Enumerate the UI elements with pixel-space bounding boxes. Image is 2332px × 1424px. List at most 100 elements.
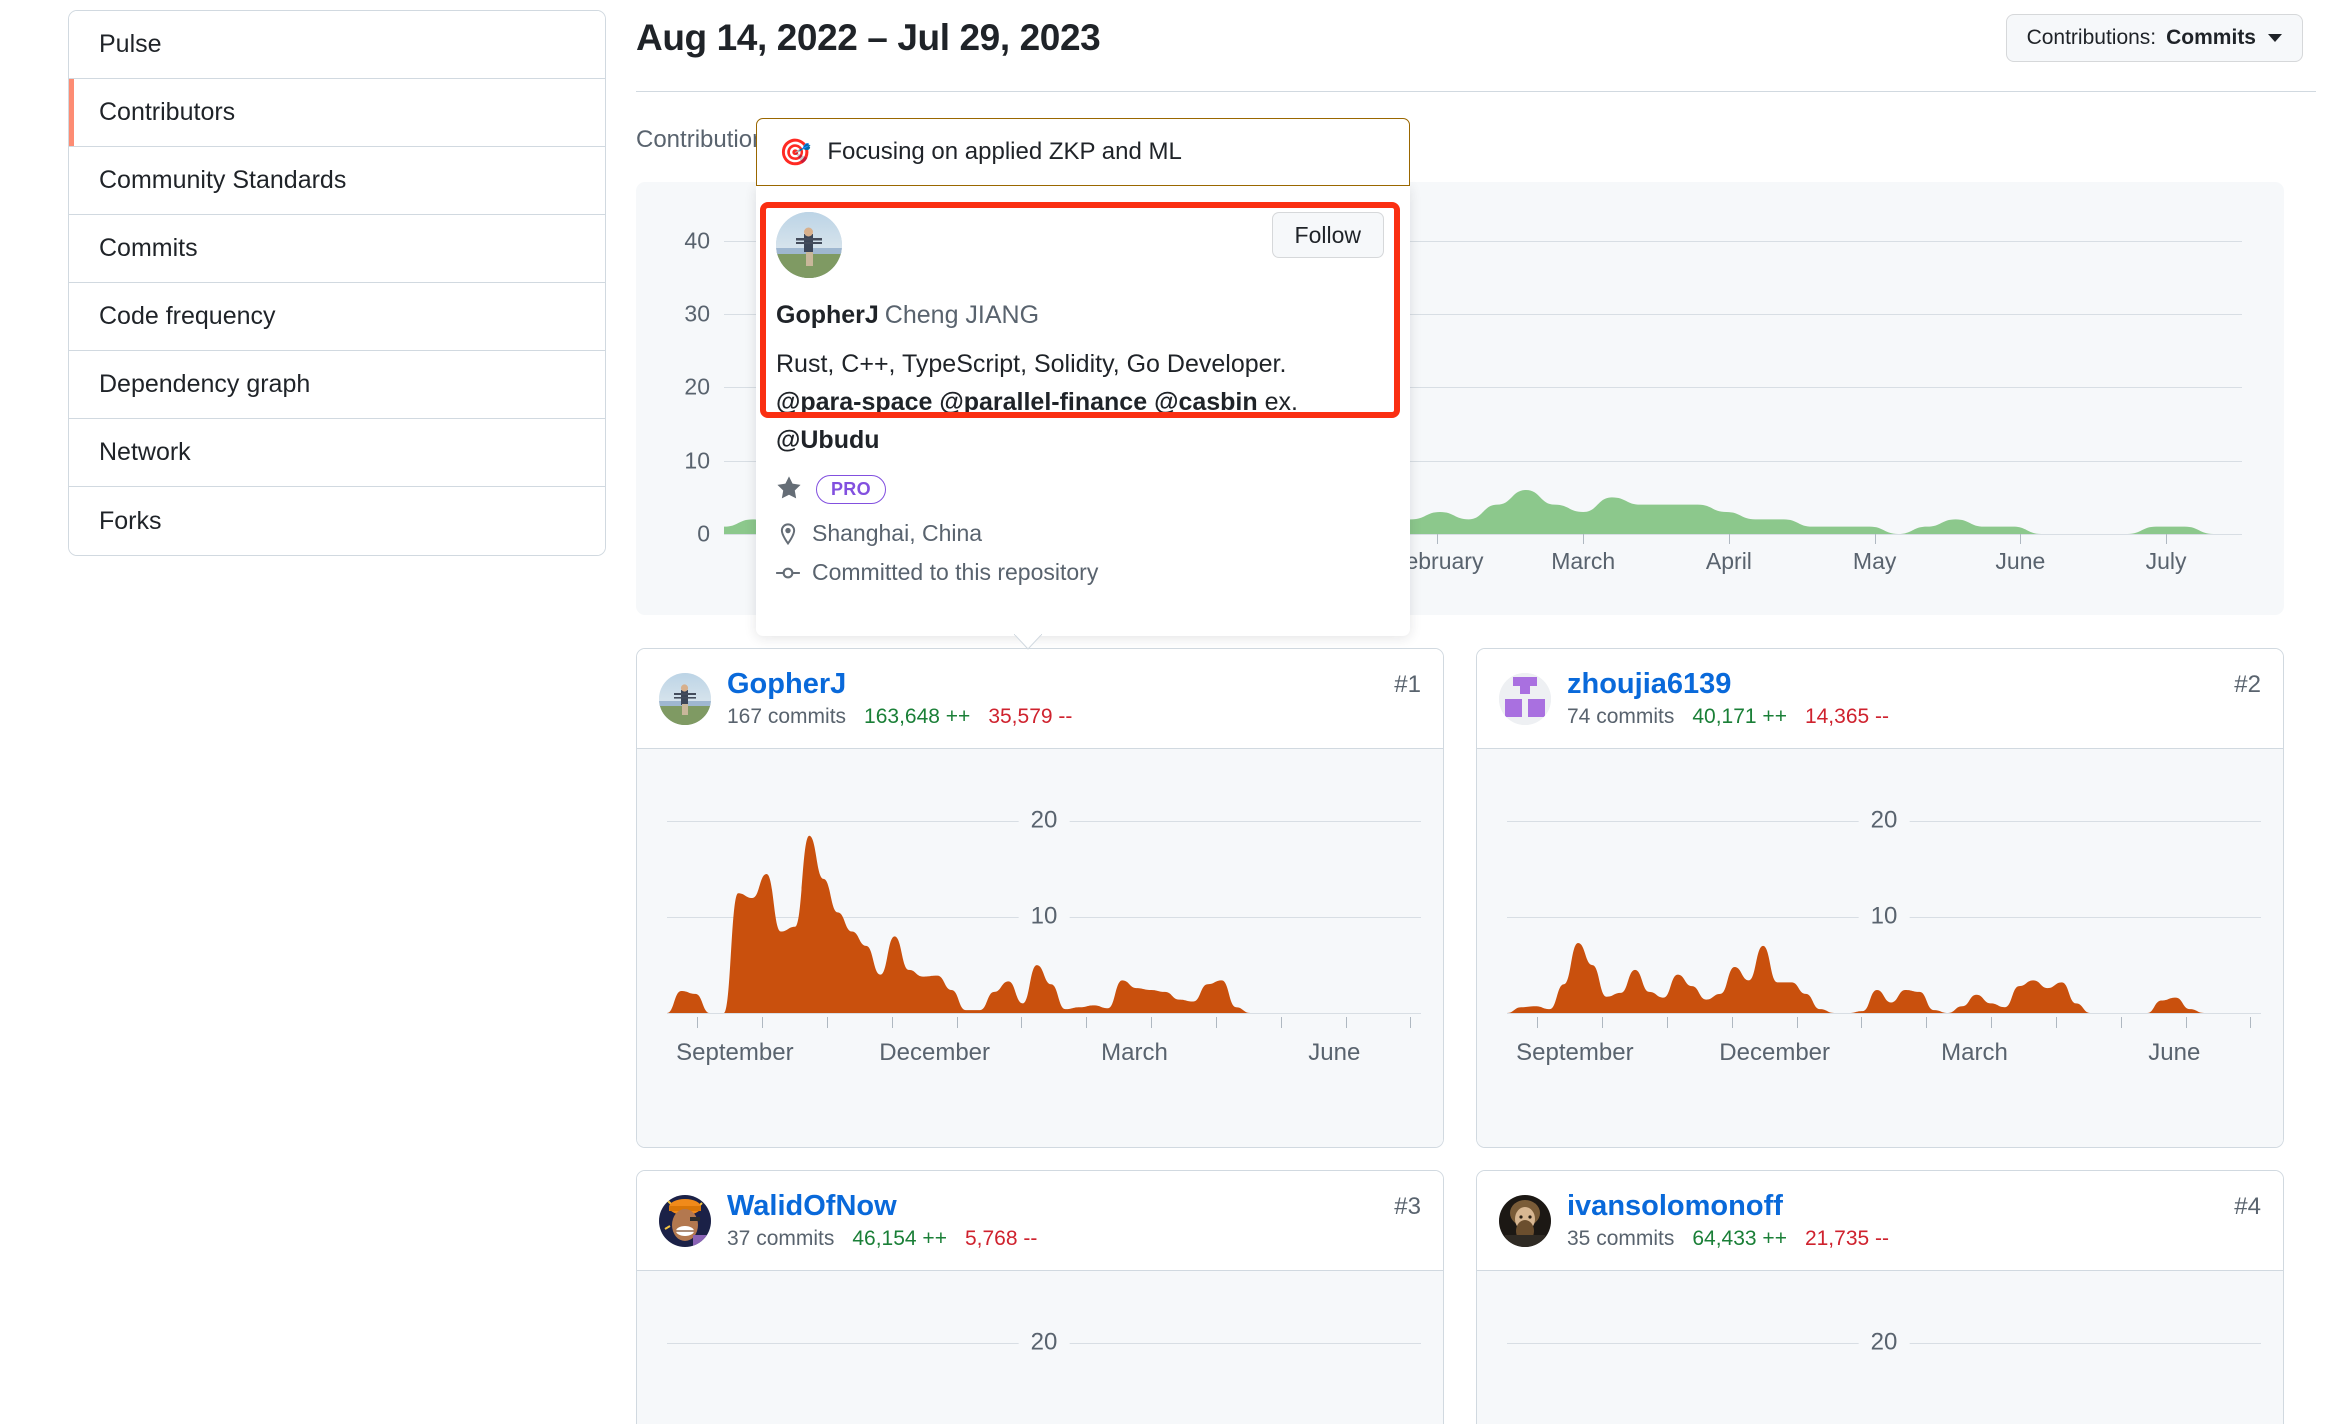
contributor-card-header: WalidOfNow 37 commits 46,154 ++ 5,768 -- #3 [637,1171,1443,1271]
sparkline-x-tick-label: March [1941,1039,2008,1066]
sparkline-x-tick-mark [1345,1017,1347,1028]
sparkline-plot-area: 2010 [1507,1305,2261,1424]
sidebar-item-contributors[interactable]: Contributors [69,79,605,147]
sparkline-x-tick-mark [2120,1017,2122,1028]
contributor-info: ivansolomonoff 35 commits 64,433 ++ 21,735 … [1567,1190,1889,1251]
hovercard-top-row: Follow [776,212,1384,278]
sparkline-x-tick-mark [1731,1017,1733,1028]
sparkline-xaxis: September December March June [667,1017,1421,1075]
sidebar-item-label: Commits [99,234,198,262]
summary-y-tick-label: 30 [684,300,710,327]
sparkline-x-tick-mark [1666,1017,1668,1028]
sparkline-area-path [667,1305,1421,1424]
contributor-rank: #4 [2234,1193,2261,1220]
sparkline-x-tick-mark [1151,1017,1153,1028]
bio-org-last[interactable]: @Ubudu [776,426,880,454]
hovercard-fullname: Cheng JIANG [884,301,1040,329]
sparkline-x-tick-mark [762,1017,763,1028]
contributor-username-link[interactable]: GopherJ [727,668,1072,701]
follow-button[interactable]: Follow [1271,212,1384,258]
avatar[interactable] [1499,672,1551,725]
sparkline-x-tick-mark [1410,1017,1412,1028]
hovercard-committed: Committed to this repository [776,559,1384,586]
sparkline-x-tick-label: December [1719,1039,1831,1066]
deletions-count: 21,735 -- [1804,1227,1890,1251]
sidebar-item-code-frequency[interactable]: Code frequency [69,283,605,351]
contributor-sparkline-chart: 20 10 September December March June [1477,749,2283,1147]
sidebar-item-dependency-graph[interactable]: Dependency graph [69,351,605,419]
hovercard-login[interactable]: GopherJ [776,301,879,329]
sparkline-plot-area: 2010 [1507,783,2261,1014]
contributor-username-link[interactable]: zhoujia6139 [1567,668,1889,701]
summary-y-tick-label: 40 [684,227,710,254]
hovercard-bio: Rust, C++, TypeScript, Solidity, Go Deve… [776,345,1314,459]
avatar[interactable] [776,212,842,278]
sparkline-x-tick-mark [2185,1017,2187,1028]
git-commit-icon [776,567,800,579]
contributions-filter-value: Commits [2166,26,2256,49]
contributor-info: zhoujia6139 74 commits 40,171 ++ 14,365 -- [1567,668,1889,729]
contributors-grid: GopherJ 167 commits 163,648 ++ 35,579 -- #1 2… [636,648,2284,1424]
sparkline-x-tick-label: September [1516,1039,1634,1066]
location-pin-icon [780,523,796,545]
bio-orgs[interactable]: @para-space @parallel-finance @casbin [776,388,1258,416]
chevron-down-icon [2268,34,2282,42]
contributions-filter-button[interactable]: Contributions: Commits [2005,14,2303,62]
sparkline-area-path [1507,943,2261,1013]
sidebar-item-label: Contributors [99,98,236,126]
sparkline-x-tick-mark [1280,1017,1282,1028]
summary-x-tick-mark [2020,534,2022,544]
contributor-card-header: zhoujia6139 74 commits 40,171 ++ 14,365 -- #… [1477,649,2283,749]
summary-x-tick-label: March [1551,548,1616,574]
sparkline-baseline [667,1013,1421,1014]
hovercard-badges: PRO [776,474,1384,505]
sparkline-x-tick-mark [1086,1017,1088,1028]
additions-count: 46,154 ++ [852,1227,947,1251]
sparkline-area-path [667,835,1421,1013]
contributor-stats: 35 commits 64,433 ++ 21,735 -- [1567,1227,1889,1251]
summary-y-tick-label: 20 [684,373,710,400]
avatar[interactable] [659,672,711,725]
deletions-count: 5,768 -- [964,1227,1038,1251]
avatar[interactable] [1499,1194,1551,1247]
contributor-stats: 37 commits 46,154 ++ 5,768 -- [727,1227,1037,1251]
deletions-count: 14,365 -- [1804,705,1890,729]
sparkline-x-tick-label: June [1308,1039,1361,1066]
contributor-card-header: GopherJ 167 commits 163,648 ++ 35,579 -- #1 [637,649,1443,749]
summary-x-tick-label: May [1852,548,1897,574]
committed-text: Committed to this repository [812,559,1099,586]
sidebar-item-label: Dependency graph [99,370,311,398]
additions-count: 40,171 ++ [1692,705,1787,729]
contributor-info: GopherJ 167 commits 163,648 ++ 35,579 -- [727,668,1072,729]
contributor-card: ivansolomonoff 35 commits 64,433 ++ 21,735 … [1476,1170,2284,1424]
sparkline-plot-area: 2010 [667,1305,1421,1424]
sidebar-item-commits[interactable]: Commits [69,215,605,283]
contributor-stats: 74 commits 40,171 ++ 14,365 -- [1567,705,1889,729]
sidebar-item-label: Pulse [99,30,162,58]
pro-badge: PRO [816,474,886,505]
star-icon [777,476,801,499]
avatar[interactable] [659,1194,711,1247]
sidebar-item-forks[interactable]: Forks [69,487,605,555]
sidebar-item-community-standards[interactable]: Community Standards [69,147,605,215]
contributor-username-link[interactable]: ivansolomonoff [1567,1190,1889,1223]
sidebar-item-network[interactable]: Network [69,419,605,487]
sparkline-x-tick-mark [1861,1017,1863,1028]
sidebar-item-label: Forks [99,506,162,535]
main-header: Aug 14, 2022 – Jul 29, 2023 Contribution… [636,0,2316,92]
sparkline-x-tick-mark [956,1017,958,1028]
sparkline-x-tick-mark [2055,1017,2057,1028]
contributor-username-link[interactable]: WalidOfNow [727,1190,1037,1223]
hovercard-tail [1014,634,1042,650]
additions-count: 64,433 ++ [1692,1227,1787,1251]
contributors-page: Pulse Contributors Community Standards Comm… [0,0,2332,1424]
summary-y-tick-label: 0 [697,520,710,547]
commit-count: 167 commits [727,705,847,729]
sparkline-x-tick-label: September [676,1039,794,1066]
sidebar-item-pulse[interactable]: Pulse [69,11,605,79]
location-text: Shanghai, China [812,520,983,547]
sparkline-plot-area: 2010 [667,783,1421,1014]
sparkline-x-tick-mark [1796,1017,1798,1028]
sparkline-x-tick-mark [1991,1017,1993,1028]
sparkline-x-tick-mark [1021,1017,1023,1028]
